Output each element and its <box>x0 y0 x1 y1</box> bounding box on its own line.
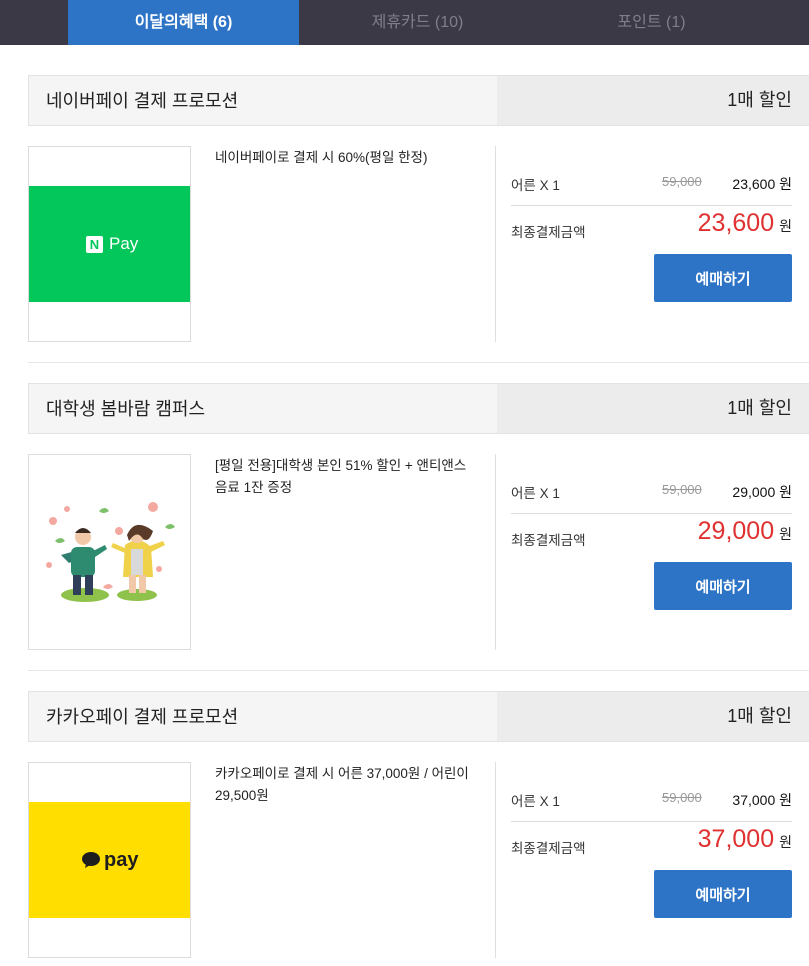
final-price-amount: 29,000 <box>697 517 775 545</box>
promotion-card-student-campus: 대학생 봄바람 캠퍼스 1매 할인 [평일 전용]대학생 본인 51% 할인 +… <box>28 383 809 651</box>
kakao-pay-logo-text: pay <box>104 848 139 871</box>
original-price: 59,000 <box>662 790 702 805</box>
vertical-divider <box>495 146 496 342</box>
final-price: 23,600 원 <box>698 209 792 245</box>
final-price-label: 최종결제금액 <box>511 841 586 856</box>
sale-price: 29,000 원 <box>732 484 792 500</box>
promotion-header: 네이버페이 결제 프로모션 1매 할인 <box>28 75 809 126</box>
final-price: 29,000 원 <box>698 517 792 553</box>
vertical-divider <box>495 454 496 650</box>
tab-monthly-benefits[interactable]: 이달의혜택 (6) <box>68 0 299 45</box>
promotion-description: [평일 전용]대학생 본인 51% 할인 + 앤티앤스 음료 1잔 증정 <box>215 458 467 495</box>
naver-n-icon: N <box>86 235 103 253</box>
final-price-amount: 37,000 <box>697 825 775 853</box>
promotion-title: 네이버페이 결제 프로모션 <box>46 91 239 111</box>
promotion-title: 대학생 봄바람 캠퍼스 <box>46 399 206 419</box>
promotion-discount-area: 1매 할인 <box>497 384 809 433</box>
promotion-discount: 1매 할인 <box>727 706 792 726</box>
price-divider <box>511 205 792 206</box>
price-panel: 어른 X 1 59,000 23,600 원 최종결제금액 23,600 원 예… <box>511 146 792 342</box>
price-panel: 어른 X 1 59,000 29,000 원 최종결제금액 29,000 원 예… <box>511 454 792 650</box>
promotion-discount: 1매 할인 <box>727 90 792 110</box>
promotion-header: 대학생 봄바람 캠퍼스 1매 할인 <box>28 383 809 434</box>
tab-partner-cards[interactable]: 제휴카드 (10) <box>302 0 533 45</box>
npay-logo-text: Pay <box>109 234 139 253</box>
kakao-pay-mark: pay <box>81 846 138 874</box>
final-price-unit: 원 <box>779 218 792 234</box>
promotion-description: 카카오페이로 결제 시 어른 37,000원 / 어린이 29,500원 <box>215 766 469 803</box>
final-price-amount: 23,600 <box>697 209 775 237</box>
promotion-description: 네이버페이로 결제 시 60%(평일 한정) <box>215 150 428 165</box>
kakao-pay-logo: pay <box>29 802 190 918</box>
price-divider <box>511 513 792 514</box>
tab-points[interactable]: 포인트 (1) <box>536 0 767 45</box>
promotion-thumbnail: N Pay <box>28 146 191 342</box>
promotion-discount-area: 1매 할인 <box>497 692 809 741</box>
students-illustration <box>46 502 175 602</box>
ticket-row: 어른 X 1 59,000 37,000 원 <box>511 790 792 810</box>
book-button[interactable]: 예매하기 <box>654 562 792 610</box>
ticket-quantity-label: 어른 X 1 <box>511 178 560 193</box>
vertical-divider <box>495 762 496 958</box>
final-price-unit: 원 <box>779 526 792 542</box>
promotion-discount-area: 1매 할인 <box>497 76 809 125</box>
price-panel: 어른 X 1 59,000 37,000 원 최종결제금액 37,000 원 예… <box>511 762 792 958</box>
promotion-card-naver-pay: 네이버페이 결제 프로모션 1매 할인 N Pay 네이버페이로 결제 시 60… <box>28 75 809 343</box>
promotion-discount: 1매 할인 <box>727 398 792 418</box>
promotion-card-kakao-pay: 카카오페이 결제 프로모션 1매 할인 pay 카카오페이로 결제 시 어른 3… <box>28 691 809 959</box>
promotion-header: 카카오페이 결제 프로모션 1매 할인 <box>28 691 809 742</box>
final-price: 37,000 원 <box>698 825 792 861</box>
benefit-tab-bar: 이달의혜택 (6) 제휴카드 (10) 포인트 (1) <box>0 0 809 45</box>
ticket-row: 어른 X 1 59,000 29,000 원 <box>511 482 792 502</box>
final-price-unit: 원 <box>779 834 792 850</box>
ticket-row: 어른 X 1 59,000 23,600 원 <box>511 174 792 194</box>
final-price-label: 최종결제금액 <box>511 225 586 240</box>
price-divider <box>511 821 792 822</box>
promotion-thumbnail: pay <box>28 762 191 958</box>
ticket-quantity-label: 어른 X 1 <box>511 794 560 809</box>
sale-price: 23,600 원 <box>732 176 792 192</box>
promotion-title: 카카오페이 결제 프로모션 <box>46 707 239 727</box>
book-button[interactable]: 예매하기 <box>654 870 792 918</box>
promotion-thumbnail <box>28 454 191 650</box>
section-divider <box>28 362 809 363</box>
section-divider <box>28 670 809 671</box>
npay-mark: N Pay <box>86 233 138 255</box>
ticket-quantity-label: 어른 X 1 <box>511 486 560 501</box>
original-price: 59,000 <box>662 482 702 497</box>
naver-pay-logo: N Pay <box>29 186 190 302</box>
final-price-label: 최종결제금액 <box>511 533 586 548</box>
book-button[interactable]: 예매하기 <box>654 254 792 302</box>
speech-bubble-icon <box>82 852 100 868</box>
original-price: 59,000 <box>662 174 702 189</box>
sale-price: 37,000 원 <box>732 792 792 808</box>
